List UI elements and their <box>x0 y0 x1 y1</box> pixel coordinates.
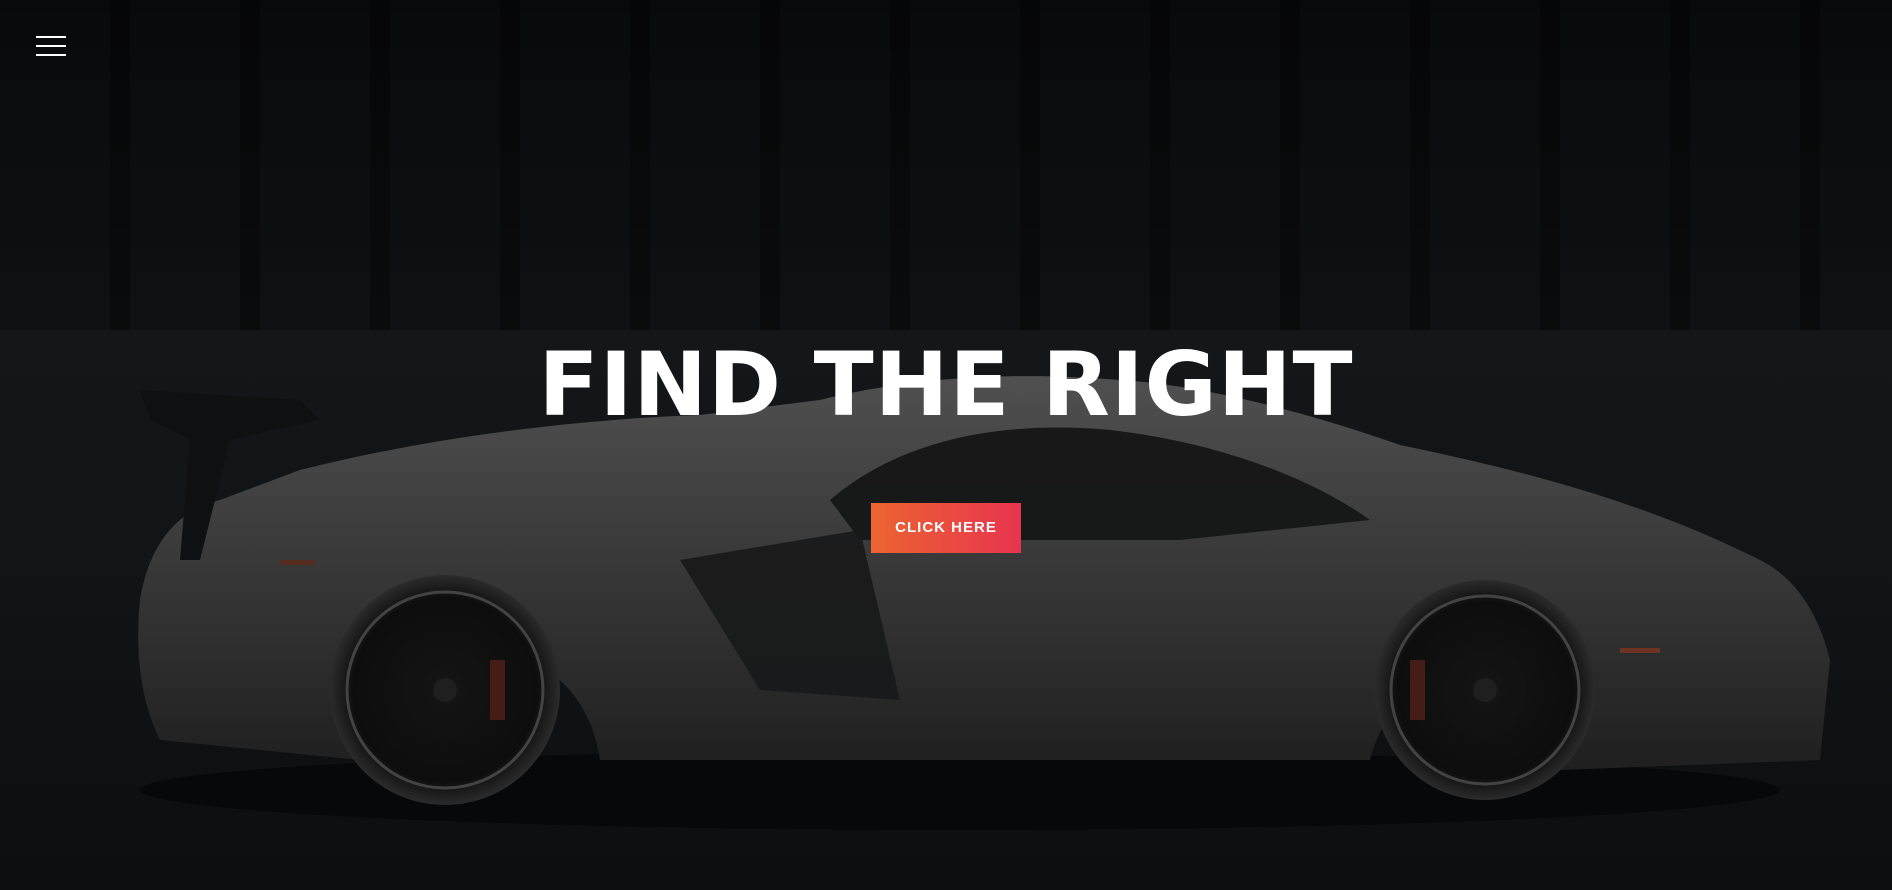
hamburger-menu-icon[interactable] <box>36 36 66 58</box>
click-here-button[interactable]: CLICK HERE <box>871 503 1021 553</box>
menu-line <box>36 45 66 47</box>
hero-title: FIND THE RIGHT <box>538 333 1354 436</box>
menu-line <box>36 36 66 38</box>
menu-line <box>36 54 66 56</box>
hero-content: FIND THE RIGHT CLICK HERE <box>0 335 1892 553</box>
hero-section: FIND THE RIGHT CLICK HERE <box>0 0 1892 890</box>
